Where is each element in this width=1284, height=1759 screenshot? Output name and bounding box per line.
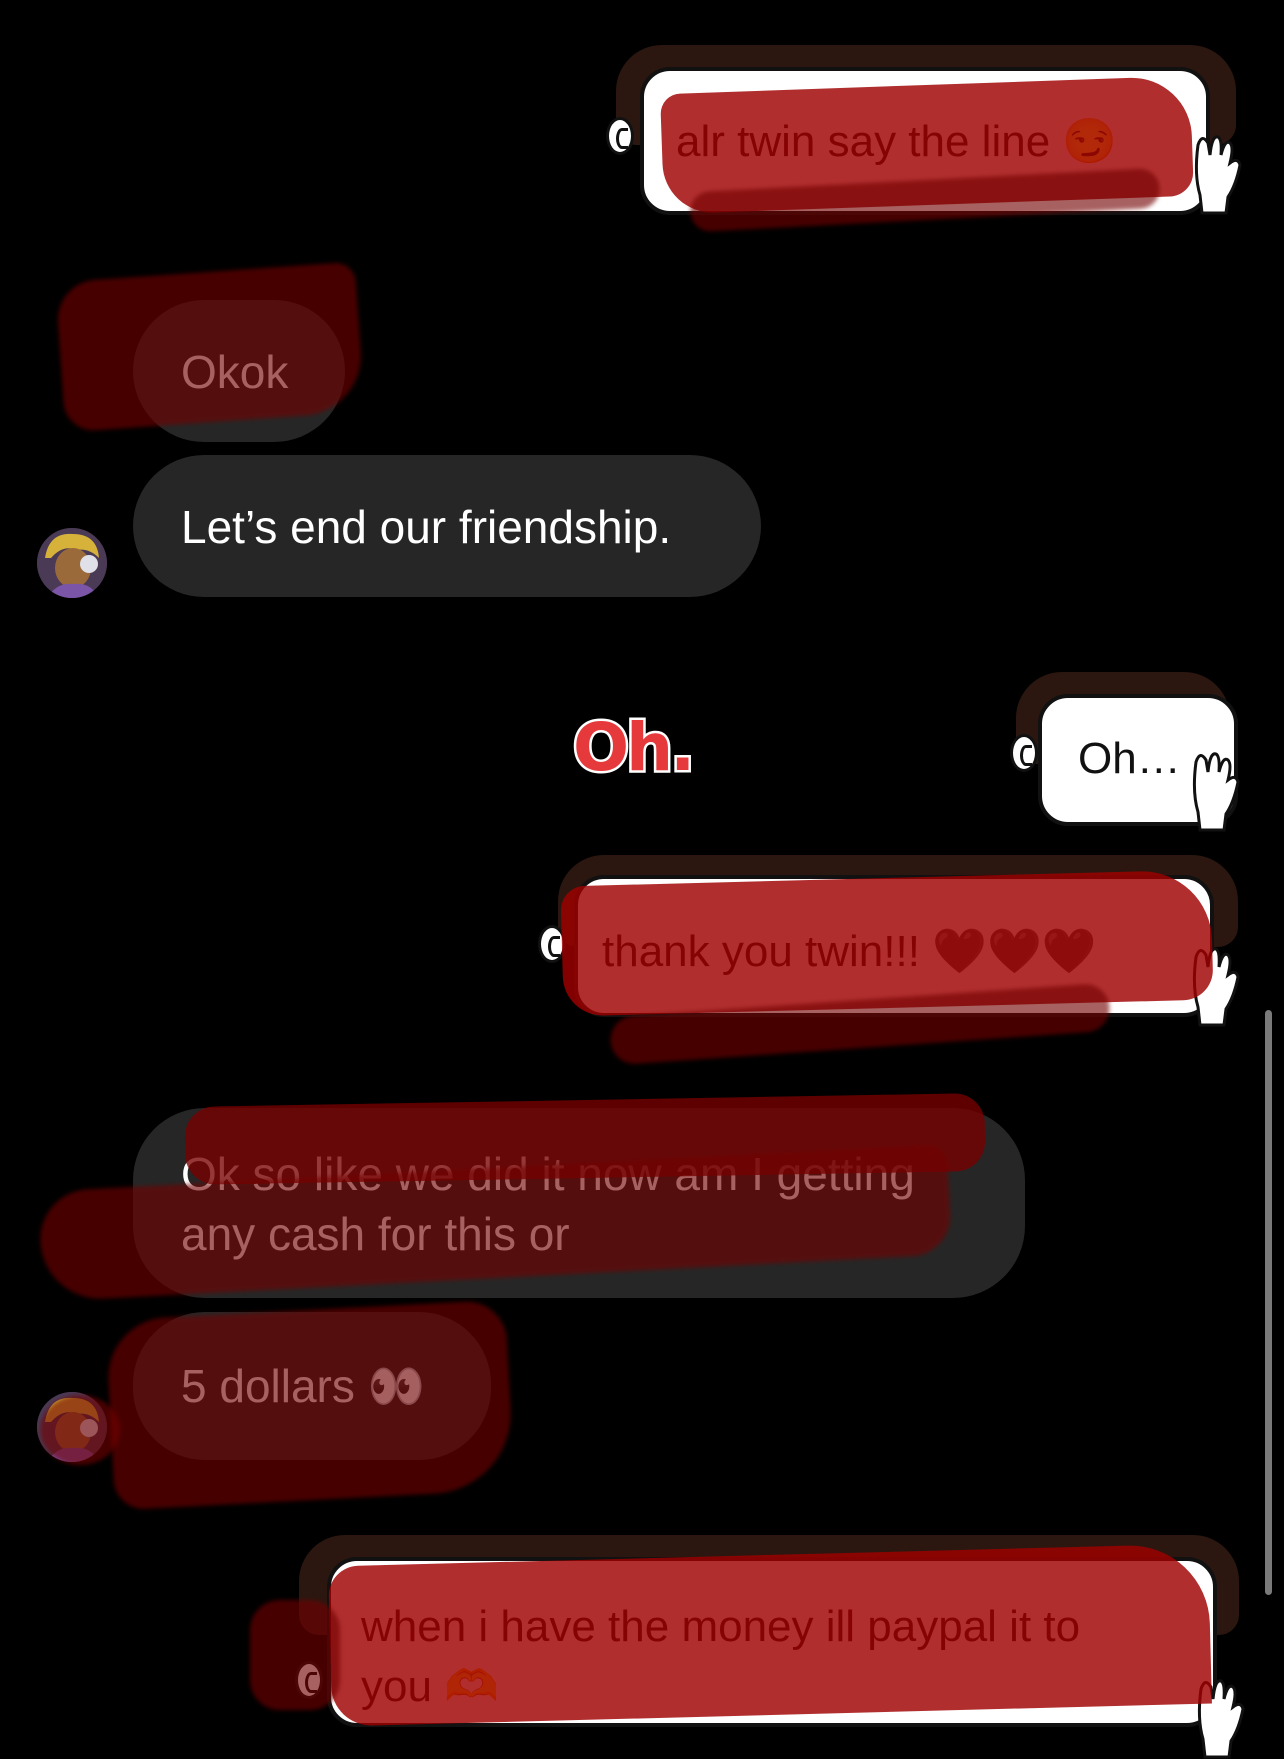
sent-message-sign[interactable]: when i have the money ill paypal it to y…: [295, 1535, 1250, 1759]
sent-message-sign[interactable]: thank you twin!!! 🖤🖤🖤: [538, 855, 1250, 1030]
received-message-bubble[interactable]: Okok: [133, 300, 345, 442]
message-text: Okok: [181, 346, 289, 398]
received-message-bubble[interactable]: Let’s end our friendship.: [133, 455, 761, 597]
hand-holding-sign-icon: [1192, 947, 1240, 1027]
avatar-image: [37, 1392, 107, 1462]
oh-sticker[interactable]: Oh.: [570, 707, 697, 789]
ear-icon: [538, 925, 566, 963]
ear-icon: [606, 117, 634, 155]
hand-holding-sign-icon: [1197, 1679, 1245, 1759]
ear-icon: [295, 1661, 323, 1699]
ear-icon: [1010, 734, 1038, 772]
message-text: when i have the money ill paypal it to: [361, 1602, 1081, 1651]
message-text: Ok so like we did it now am I getting: [181, 1148, 915, 1200]
message-text: you 🫶: [361, 1662, 499, 1711]
message-text: Let’s end our friendship.: [181, 501, 672, 553]
message-text: 5 dollars 👀: [181, 1360, 425, 1412]
scrollbar[interactable]: [1265, 1010, 1272, 1595]
message-text: thank you twin!!! 🖤🖤🖤: [602, 927, 1097, 976]
sent-message-sign[interactable]: Oh…: [1010, 672, 1250, 842]
contact-avatar[interactable]: [37, 528, 107, 598]
received-message-bubble[interactable]: Ok so like we did it now am I getting an…: [133, 1108, 1025, 1298]
contact-avatar[interactable]: [37, 1392, 107, 1462]
received-message-bubble[interactable]: 5 dollars 👀: [133, 1312, 491, 1460]
message-text: Oh…: [1078, 734, 1181, 783]
message-text: any cash for this or: [181, 1208, 570, 1260]
hand-holding-sign-icon: [1192, 752, 1240, 832]
message-text: alr twin say the line 😏: [676, 117, 1118, 166]
sent-message-sign[interactable]: alr twin say the line 😏: [600, 45, 1250, 230]
hand-holding-sign-icon: [1194, 135, 1242, 215]
avatar-image: [37, 528, 107, 598]
